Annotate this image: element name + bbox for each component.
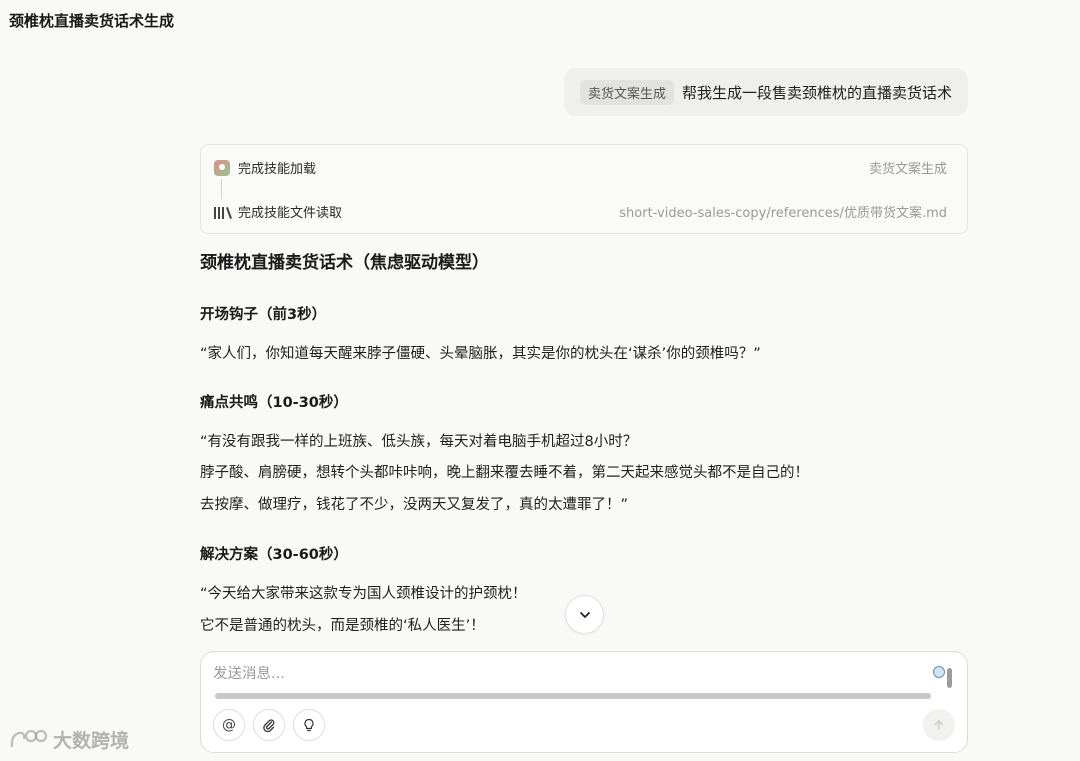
user-message-bubble: 卖货文案生成 帮我生成一段售卖颈椎枕的直播卖货话术 <box>563 68 968 116</box>
skill-status-card: 完成技能加载 卖货文案生成 完成技能文件读取 short-video-sales… <box>200 144 968 234</box>
section-heading: 痛点共鸣（10-30秒） <box>200 395 348 411</box>
books-icon <box>214 205 232 219</box>
skill-step-detail: short-video-sales-copy/references/优质带货文案… <box>619 206 947 221</box>
section-line: “有没有跟我一样的上班族、低头族，每天对着电脑手机超过8小时？ <box>200 434 638 450</box>
watermark: 大数跨境 <box>9 726 129 753</box>
assistant-mini-icon <box>933 666 945 678</box>
message-composer: @ <box>200 651 968 753</box>
at-icon: @ <box>222 717 236 733</box>
brand-logo-icon <box>10 729 47 747</box>
paperclip-icon <box>263 719 275 732</box>
skill-load-icon <box>214 159 230 176</box>
idea-button[interactable] <box>293 709 325 741</box>
skill-step-read[interactable]: 完成技能文件读取 short-video-sales-copy/referenc… <box>214 202 947 221</box>
arrow-up-icon <box>934 720 944 730</box>
skill-step-label: 完成技能加载 <box>238 162 317 177</box>
lightbulb-icon <box>304 718 314 732</box>
section-line: “家人们，你知道每天醒来脖子僵硬、头晕脑胀，其实是你的枕头在‘谋杀’你的颈椎吗？… <box>200 346 761 362</box>
section-heading: 开场钩子（前3秒） <box>200 307 327 323</box>
response-title: 颈椎枕直播卖货话术（焦虑驱动模型） <box>200 253 489 273</box>
watermark-text: 大数跨境 <box>53 730 130 752</box>
user-message-text: 帮我生成一段售卖颈椎枕的直播卖货话术 <box>681 83 952 102</box>
chevron-down-icon <box>579 611 590 618</box>
message-input[interactable] <box>213 666 913 682</box>
skill-step-load[interactable]: 完成技能加载 卖货文案生成 <box>214 158 947 177</box>
scroll-down-button[interactable] <box>565 595 604 634</box>
section-line: 它不是普通的枕头，而是颈椎的‘私人医生’！ <box>200 618 485 634</box>
section-line: 脖子酸、肩膀硬，想转个头都咔咔响，晚上翻来覆去睡不着，第二天起来感觉头都不是自己… <box>200 465 809 481</box>
skill-step-label: 完成技能文件读取 <box>238 206 343 221</box>
attach-button[interactable] <box>253 709 285 741</box>
section-heading: 解决方案（30-60秒） <box>200 547 348 563</box>
step-connector <box>221 179 222 199</box>
vertical-scrollbar[interactable] <box>947 668 952 688</box>
send-button[interactable] <box>923 709 955 741</box>
mention-button[interactable]: @ <box>213 709 245 741</box>
skill-step-detail: 卖货文案生成 <box>868 162 947 177</box>
skill-tag[interactable]: 卖货文案生成 <box>579 79 674 105</box>
section-line: “今天给大家带来这款专为国人颈椎设计的护颈枕！ <box>200 586 527 602</box>
section-line: 去按摩、做理疗，钱花了不少，没两天又复发了，真的太遭罪了！” <box>200 497 629 513</box>
page-title: 颈椎枕直播卖货话术生成 <box>9 12 175 30</box>
horizontal-scrollbar[interactable] <box>215 693 931 699</box>
